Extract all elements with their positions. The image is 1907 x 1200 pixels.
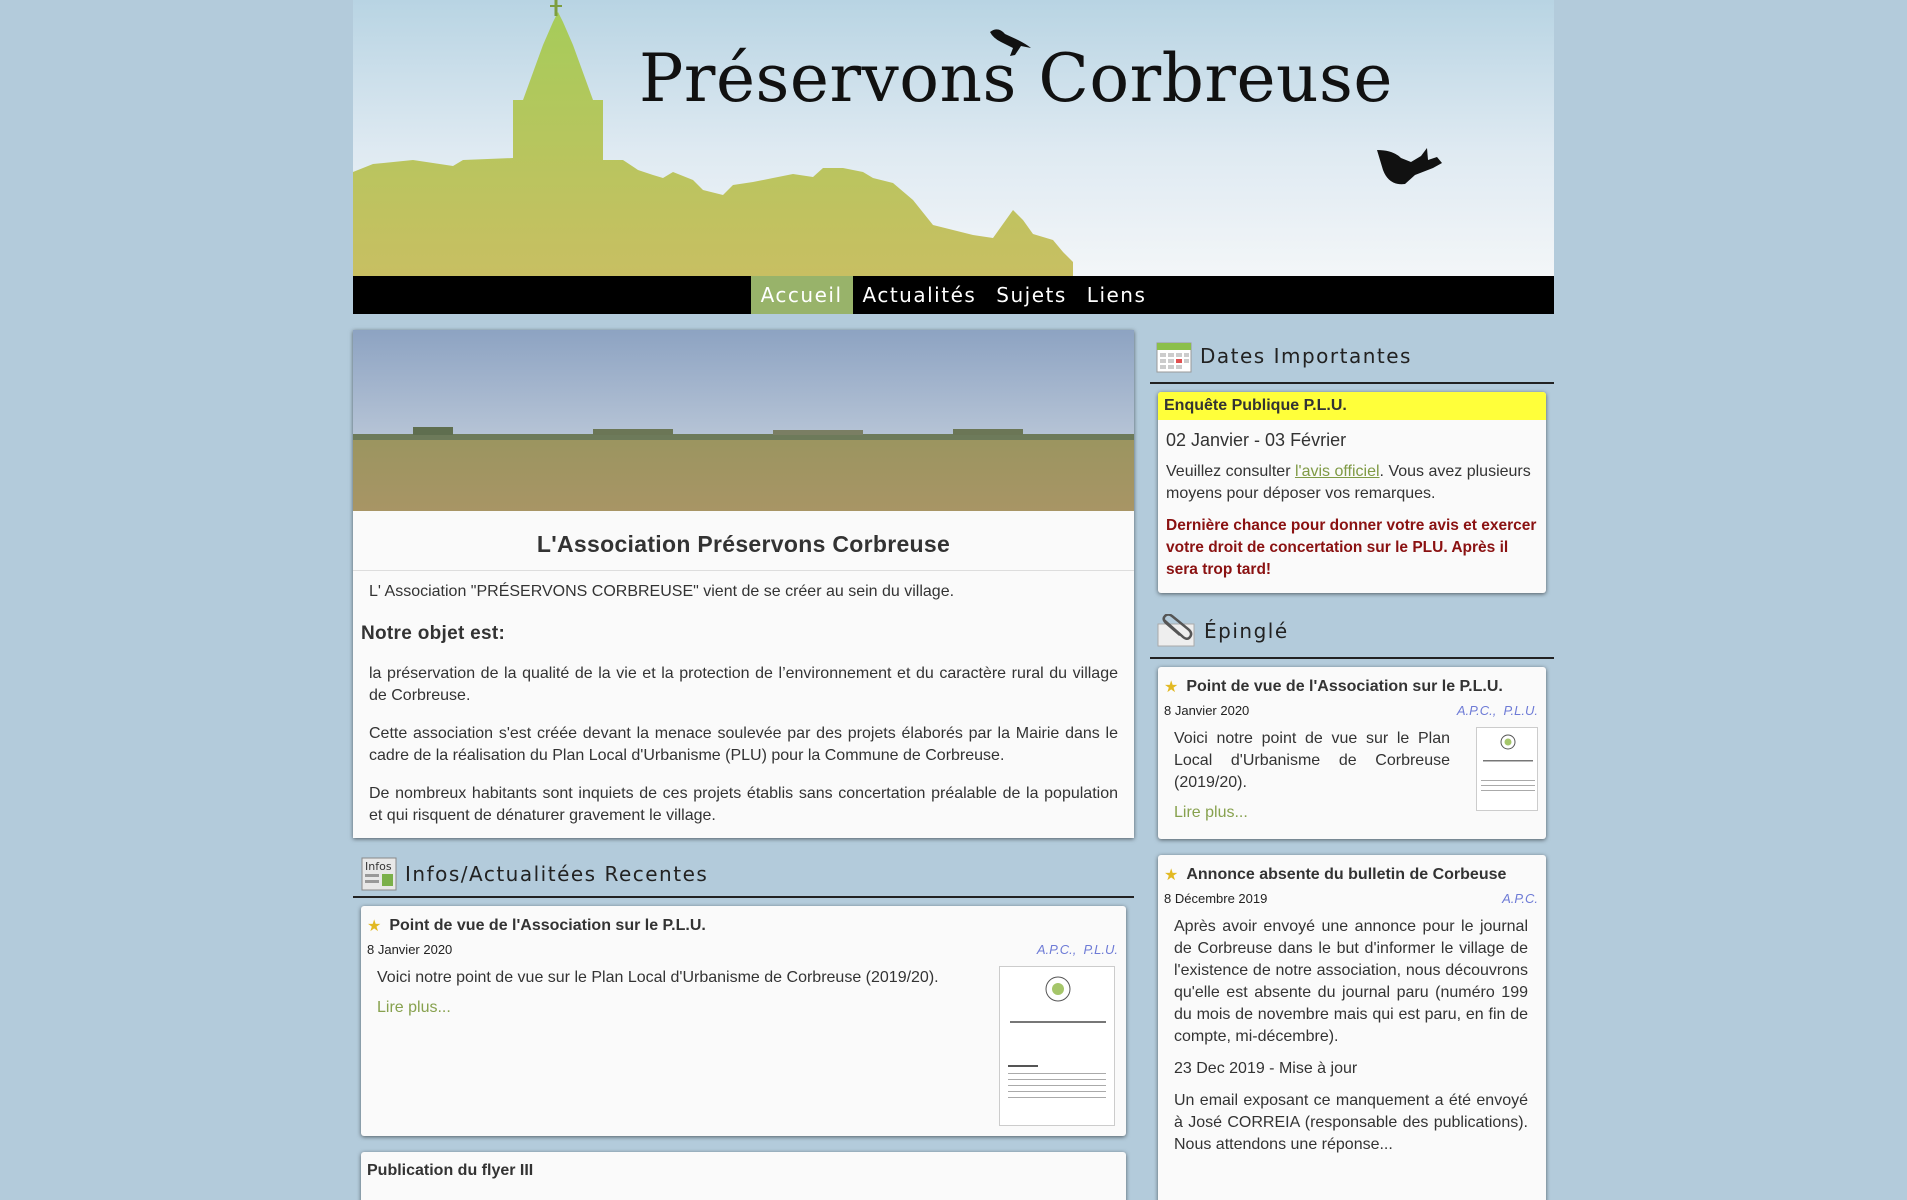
post-title-text[interactable]: Annonce absente du bulletin de Corbeuse <box>1186 866 1506 884</box>
event-text: Veuillez consulter l'avis officiel. Vous… <box>1158 451 1546 505</box>
dates-section-header: Dates Importantes <box>1150 330 1554 384</box>
nav-item-accueil[interactable]: Accueil <box>750 276 853 314</box>
pinned-section-title: Épinglé <box>1204 619 1289 643</box>
post-excerpt: Après avoir envoyé une annonce pour le j… <box>1174 918 1528 1045</box>
dates-section-title: Dates Importantes <box>1200 344 1412 368</box>
post-title[interactable]: ★ Point de vue de l'Association sur le P… <box>367 916 1118 936</box>
news-section-header: Infos Infos/Actualitées Recentes <box>353 852 1134 898</box>
landscape-photo <box>353 330 1134 511</box>
tag-link[interactable]: A.P.C. <box>1037 942 1073 957</box>
star-icon: ★ <box>367 918 382 935</box>
tag-link[interactable]: A.P.C. <box>1502 891 1538 906</box>
news-section-title: Infos/Actualitées Recentes <box>405 862 709 886</box>
news-post: Publication du flyer III <box>361 1152 1126 1200</box>
pinned-section-header: Épinglé <box>1150 605 1554 659</box>
intro-card: L'Association Préservons Corbreuse L' As… <box>353 330 1134 838</box>
event-date-range: 02 Janvier - 03 Février <box>1166 430 1347 450</box>
site-title: Préservons Corbreuse <box>639 40 1393 117</box>
intro-lead: L' Association "PRÉSERVONS CORBREUSE" vi… <box>369 583 955 600</box>
nav-item-actualites[interactable]: Actualités <box>853 276 987 314</box>
event-warning: Dernière chance pour donner votre avis e… <box>1166 517 1537 578</box>
tag-link[interactable]: A.P.C. <box>1457 703 1493 718</box>
post-date: 8 Janvier 2020 <box>367 942 453 957</box>
post-meta: 8 Janvier 2020 A.P.C., P.L.U. <box>367 942 1118 957</box>
event-text-before: Veuillez consulter <box>1166 463 1295 480</box>
news-post: ★ Point de vue de l'Association sur le P… <box>361 906 1126 1136</box>
post-tags: A.P.C., P.L.U. <box>1036 942 1118 957</box>
post-tags: A.P.C., P.L.U. <box>1456 703 1538 718</box>
post-title-text[interactable]: Point de vue de l'Association sur le P.L… <box>389 917 705 935</box>
post-tags: A.P.C. <box>1502 891 1538 906</box>
post-title[interactable]: ★ Point de vue de l'Association sur le P… <box>1164 677 1538 697</box>
page: Préservons Corbreuse Accueil Actualités … <box>353 0 1554 1200</box>
post-title[interactable]: Publication du flyer III <box>367 1162 1118 1180</box>
star-icon: ★ <box>1164 679 1179 696</box>
main-column: L'Association Préservons Corbreuse L' As… <box>353 330 1134 1200</box>
post-excerpt-continued: Un email exposant ce manquement a été en… <box>1174 1092 1528 1153</box>
pinned-post: ★ Annonce absente du bulletin de Corbeus… <box>1158 855 1546 1200</box>
event-card: Enquête Publique P.L.U. 02 Janvier - 03 … <box>1158 392 1546 593</box>
intro-heading: L'Association Préservons Corbreuse <box>353 511 1134 571</box>
main-nav: Accueil Actualités Sujets Liens <box>353 276 1554 314</box>
post-title-text[interactable]: Point de vue de l'Association sur le P.L… <box>1186 678 1502 696</box>
post-title-text[interactable]: Publication du flyer III <box>367 1162 533 1180</box>
post-date: 8 Janvier 2020 <box>1164 703 1250 718</box>
intro-paragraph: De nombreux habitants sont inquiets de c… <box>369 785 1118 824</box>
event-title: Enquête Publique P.L.U. <box>1158 392 1546 420</box>
infos-icon: Infos <box>361 857 397 891</box>
intro-subheading: Notre objet est: <box>361 623 506 644</box>
tag-link[interactable]: P.L.U. <box>1084 942 1118 957</box>
paperclip-icon <box>1157 614 1195 647</box>
nav-item-sujets[interactable]: Sujets <box>986 276 1077 314</box>
document-thumbnail[interactable] <box>1476 727 1538 811</box>
post-update: 23 Dec 2019 - Mise à jour <box>1174 1060 1358 1077</box>
post-meta: 8 Décembre 2019 A.P.C. <box>1164 891 1538 906</box>
document-thumbnail[interactable] <box>999 966 1115 1126</box>
post-title[interactable]: ★ Annonce absente du bulletin de Corbeus… <box>1164 865 1538 885</box>
star-icon: ★ <box>1164 867 1179 884</box>
pinned-post: ★ Point de vue de l'Association sur le P… <box>1158 667 1546 839</box>
post-date: 8 Décembre 2019 <box>1164 891 1268 906</box>
intro-paragraph: la préservation de la qualité de la vie … <box>369 665 1118 704</box>
calendar-icon <box>1156 342 1192 373</box>
intro-paragraph: Cette association s'est créée devant la … <box>369 725 1118 764</box>
post-meta: 8 Janvier 2020 A.P.C., P.L.U. <box>1164 703 1538 718</box>
nav-item-liens[interactable]: Liens <box>1077 276 1157 314</box>
infos-icon-label: Infos <box>365 860 392 873</box>
official-notice-link[interactable]: l'avis officiel <box>1295 463 1380 480</box>
tag-link[interactable]: P.L.U. <box>1504 703 1538 718</box>
sidebar: Dates Importantes Enquête Publique P.L.U… <box>1150 330 1554 1200</box>
header-banner: Préservons Corbreuse <box>353 0 1554 276</box>
